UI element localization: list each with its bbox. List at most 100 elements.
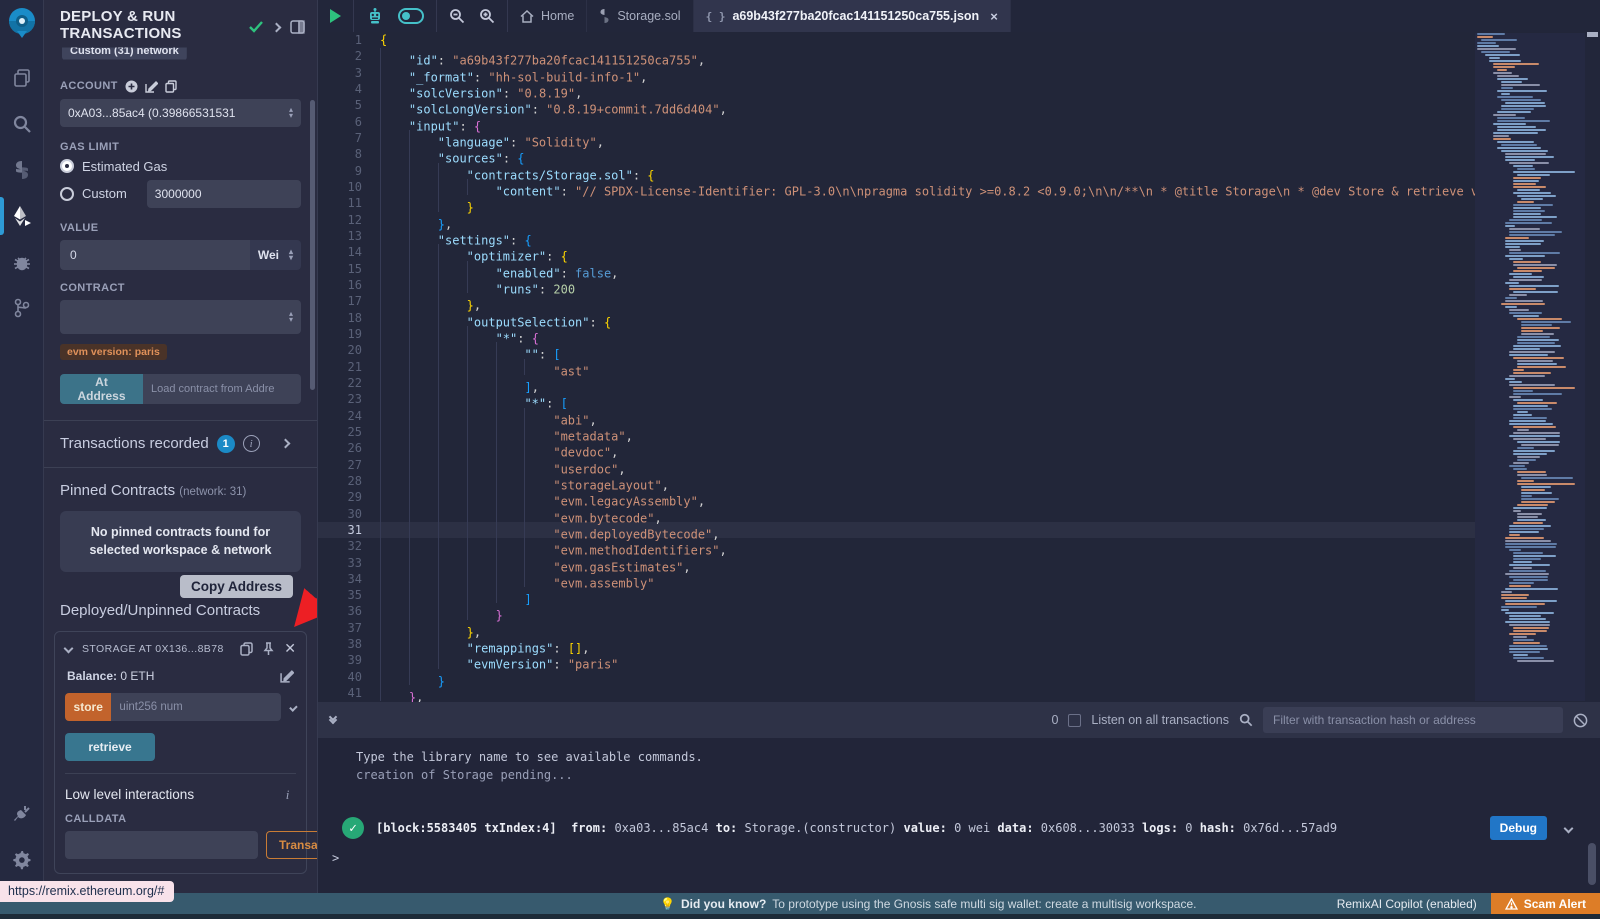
panel-scrollbar[interactable] <box>310 100 315 390</box>
code-line[interactable]: 27"userdoc", <box>318 457 1600 473</box>
code-line[interactable]: 30"evm.bytecode", <box>318 506 1600 522</box>
contract-collapse-chevron-icon[interactable] <box>64 644 74 654</box>
code-line[interactable]: 24"abi", <box>318 408 1600 424</box>
editor-scrollbar-thumb[interactable] <box>1587 32 1598 37</box>
store-button[interactable]: store <box>65 693 111 721</box>
code-editor[interactable]: 1{2"id": "a69b43f277ba20fcac141151250ca7… <box>318 32 1600 702</box>
transactions-expand-chevron-icon[interactable] <box>280 439 290 449</box>
transaction-filter-input[interactable] <box>1263 707 1563 733</box>
zoom-in-icon[interactable] <box>479 8 495 24</box>
code-line[interactable]: 35] <box>318 587 1600 603</box>
code-line[interactable]: 28"storageLayout", <box>318 473 1600 489</box>
calldata-input[interactable] <box>65 831 258 859</box>
value-input[interactable]: 0 <box>60 240 250 270</box>
code-line[interactable]: 33"evm.gasEstimates", <box>318 555 1600 571</box>
file-explorer-icon[interactable] <box>0 55 44 101</box>
code-line[interactable]: 36} <box>318 603 1600 619</box>
panel-forward-chevron-icon[interactable] <box>272 22 282 32</box>
code-line[interactable]: 38"remappings": [], <box>318 636 1600 652</box>
code-line[interactable]: 5"solcLongVersion": "0.8.19+commit.7dd6d… <box>318 97 1600 113</box>
code-line[interactable]: 34"evm.assembly" <box>318 571 1600 587</box>
tab-build-info-json[interactable]: { } a69b43f277ba20fcac141151250ca755.jso… <box>694 0 1011 32</box>
code-line[interactable]: 15"enabled": false, <box>318 261 1600 277</box>
tab-storage-sol[interactable]: Storage.sol <box>587 0 693 32</box>
terminal-body[interactable]: Type the library name to see available c… <box>318 738 1600 893</box>
plugin-manager-icon[interactable] <box>0 795 44 833</box>
run-script-play-icon[interactable] <box>330 9 341 23</box>
estimated-gas-radio[interactable] <box>60 159 74 173</box>
pin-contract-icon[interactable] <box>262 642 275 656</box>
contract-select[interactable]: ▴▾ <box>60 300 301 334</box>
retrieve-button[interactable]: retrieve <box>65 733 155 761</box>
terminal-prompt[interactable]: > <box>332 851 339 865</box>
code-line[interactable]: 7"language": "Solidity", <box>318 130 1600 146</box>
account-select[interactable]: 0xA03...85ac4 (0.39866531531 ▴▾ <box>60 99 301 127</box>
minimap[interactable] <box>1475 33 1585 701</box>
debug-button[interactable]: Debug <box>1490 816 1547 840</box>
code-line[interactable]: 26"devdoc", <box>318 440 1600 456</box>
code-line[interactable]: 2"id": "a69b43f277ba20fcac141151250ca755… <box>318 48 1600 64</box>
code-line[interactable]: 9"contracts/Storage.sol": { <box>318 163 1600 179</box>
copilot-status[interactable]: RemixAI Copilot (enabled) <box>1337 897 1477 911</box>
store-expand-chevron-icon[interactable] <box>290 703 298 711</box>
at-address-input[interactable] <box>143 374 301 404</box>
contract-select-stepper-icon[interactable]: ▴▾ <box>283 311 293 323</box>
estimated-gas-option[interactable]: Estimated Gas <box>60 159 301 174</box>
account-select-stepper-icon[interactable]: ▴▾ <box>283 107 293 119</box>
tx-expand-chevron-icon[interactable] <box>1564 823 1574 833</box>
code-line[interactable]: 31"evm.deployedBytecode", <box>318 522 1600 538</box>
copy-address-icon[interactable] <box>240 642 253 656</box>
close-tab-icon[interactable]: × <box>990 9 998 24</box>
edit-account-icon[interactable] <box>145 80 158 93</box>
code-line[interactable]: 18"outputSelection": { <box>318 310 1600 326</box>
code-line[interactable]: 14"optimizer": { <box>318 244 1600 260</box>
debugger-icon[interactable] <box>0 239 44 285</box>
edit-balance-icon[interactable] <box>280 669 294 683</box>
value-unit-select[interactable]: Wei ▴▾ <box>250 240 301 270</box>
listen-all-checkbox[interactable] <box>1068 714 1081 727</box>
code-line[interactable]: 41}, <box>318 685 1600 701</box>
code-line[interactable]: 1{ <box>318 32 1600 48</box>
remix-logo-icon[interactable] <box>4 5 40 41</box>
search-icon[interactable] <box>0 101 44 147</box>
remove-contract-icon[interactable]: ✕ <box>284 640 296 657</box>
value-unit-stepper-icon[interactable]: ▴▾ <box>283 249 293 261</box>
git-icon[interactable] <box>0 285 44 331</box>
pin-panel-icon[interactable] <box>290 20 305 34</box>
transactions-recorded-row[interactable]: Transactions recorded 1 i <box>44 421 317 467</box>
solidity-compiler-icon[interactable] <box>0 147 44 193</box>
code-line[interactable]: 16"runs": 200 <box>318 277 1600 293</box>
terminal-scrollbar-thumb[interactable] <box>1588 843 1596 885</box>
code-line[interactable]: 37}, <box>318 620 1600 636</box>
code-line[interactable]: 3"_format": "hh-sol-build-info-1", <box>318 65 1600 81</box>
custom-gas-input[interactable]: 3000000 <box>147 180 301 208</box>
zoom-out-icon[interactable] <box>449 8 465 24</box>
code-line[interactable]: 12}, <box>318 212 1600 228</box>
transaction-log-row[interactable]: ✓ [block:5583405 txIndex:4] from: 0xa03.… <box>332 810 1600 846</box>
code-line[interactable]: 19"*": { <box>318 326 1600 342</box>
editor-vertical-scrollbar[interactable] <box>1585 32 1600 702</box>
code-line[interactable]: 23"*": [ <box>318 391 1600 407</box>
code-line[interactable]: 20"": [ <box>318 342 1600 358</box>
code-area[interactable]: 1{2"id": "a69b43f277ba20fcac141151250ca7… <box>318 32 1600 702</box>
code-line[interactable]: 21"ast" <box>318 359 1600 375</box>
scam-alert-button[interactable]: Scam Alert <box>1491 893 1600 914</box>
terminal-collapse-icon[interactable] <box>330 717 336 723</box>
code-line[interactable]: 10"content": "// SPDX-License-Identifier… <box>318 179 1600 195</box>
code-line[interactable]: 32"evm.methodIdentifiers", <box>318 538 1600 554</box>
ai-copilot-robot-icon[interactable] <box>366 7 384 25</box>
copilot-toggle[interactable] <box>398 8 424 24</box>
custom-gas-radio[interactable] <box>60 187 74 201</box>
deploy-and-run-icon[interactable] <box>0 193 44 239</box>
at-address-button[interactable]: At Address <box>60 374 143 404</box>
copy-account-icon[interactable] <box>165 80 177 93</box>
code-line[interactable]: 39"evmVersion": "paris" <box>318 652 1600 668</box>
code-line[interactable]: 13"settings": { <box>318 228 1600 244</box>
transact-button[interactable]: Transact <box>266 831 318 859</box>
store-arg-input[interactable] <box>111 693 281 721</box>
code-line[interactable]: 8"sources": { <box>318 146 1600 162</box>
add-account-icon[interactable] <box>125 80 138 93</box>
code-line[interactable]: 25"metadata", <box>318 424 1600 440</box>
clear-console-icon[interactable] <box>1573 713 1588 728</box>
code-line[interactable]: 29"evm.legacyAssembly", <box>318 489 1600 505</box>
